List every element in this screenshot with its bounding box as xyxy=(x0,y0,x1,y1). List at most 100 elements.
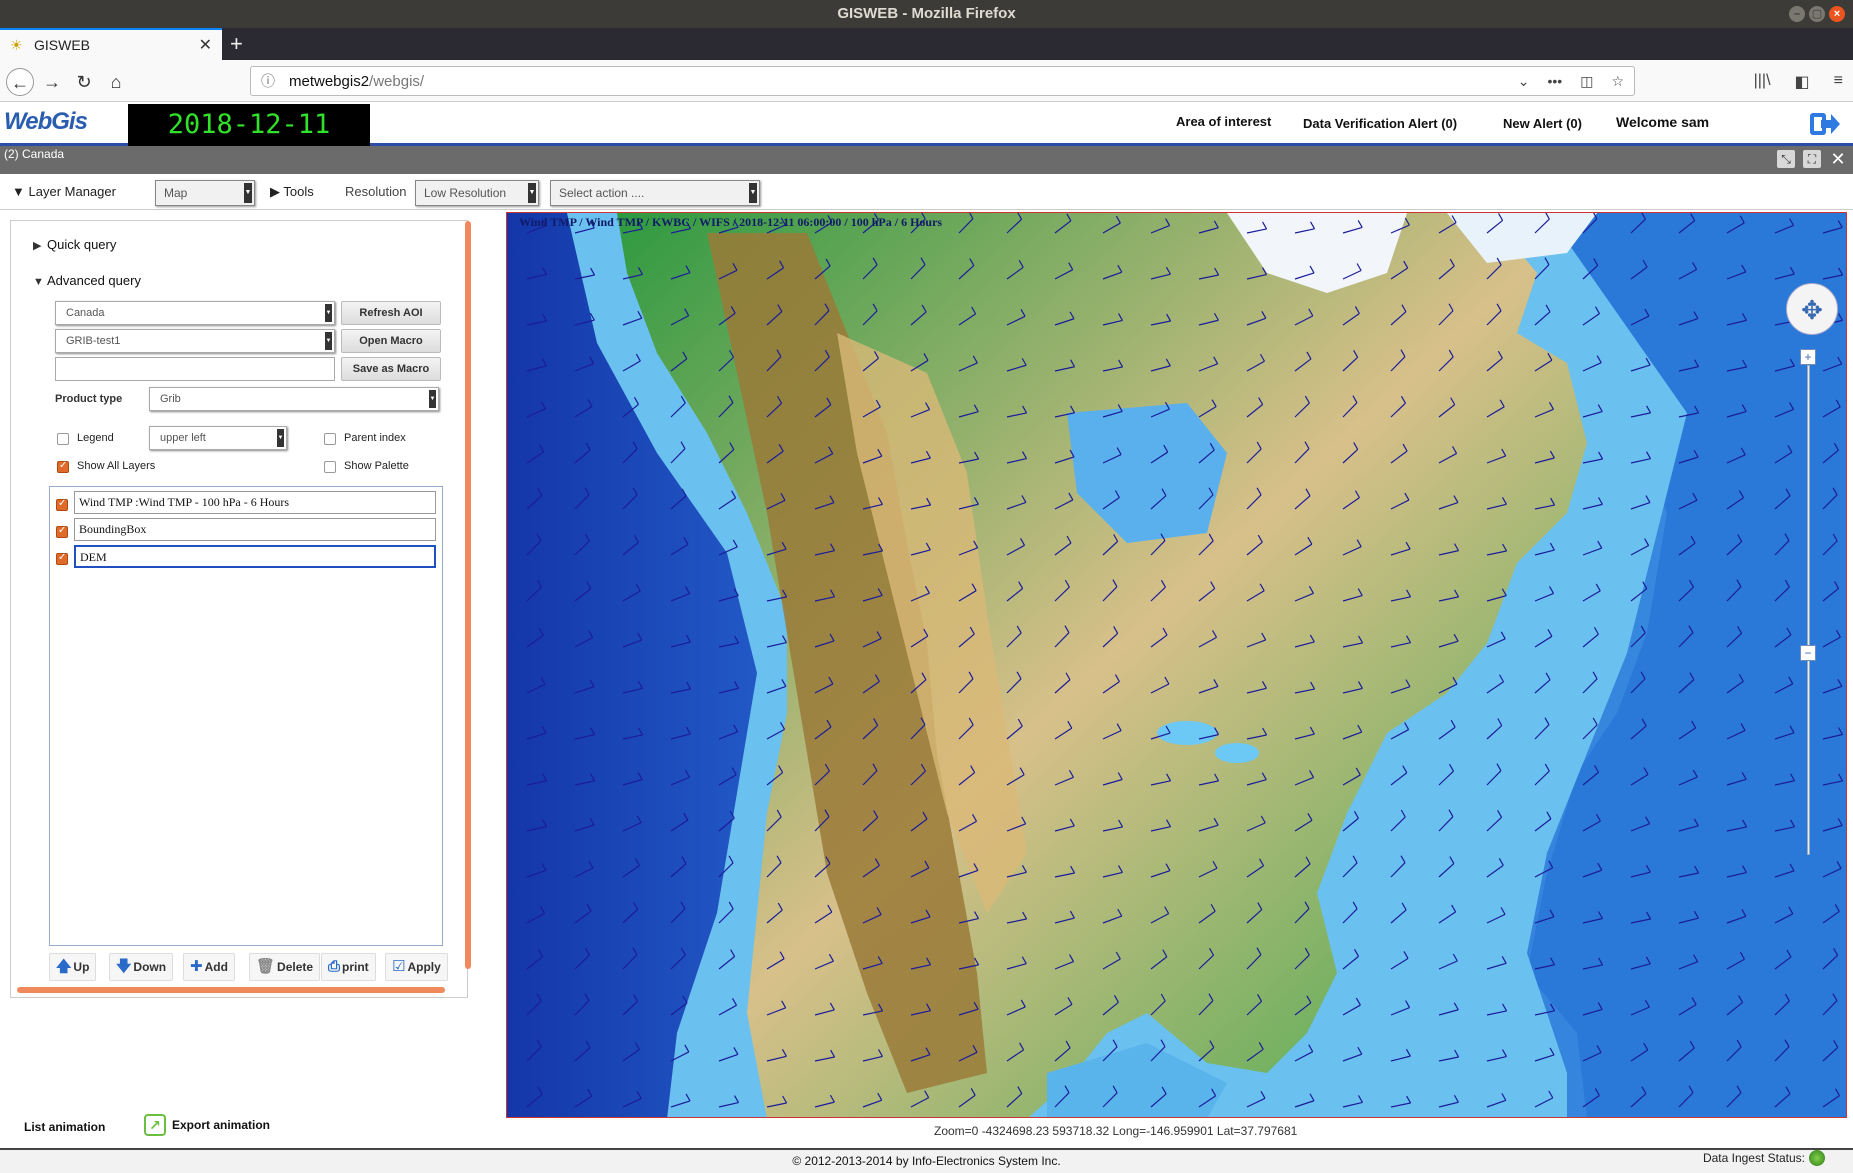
sun-icon: ☀ xyxy=(10,37,23,53)
menu-icon[interactable]: ≡ xyxy=(1834,72,1843,92)
forward-icon[interactable]: → xyxy=(38,68,66,96)
zoom-out-icon[interactable]: − xyxy=(1800,645,1816,661)
pocket-icon[interactable]: ◫ xyxy=(1580,73,1593,90)
save-as-macro-button[interactable]: Save as Macro xyxy=(341,357,441,381)
dropdown-arrow-icon: ▼ xyxy=(277,429,284,447)
reload-icon[interactable]: ↻ xyxy=(70,68,98,96)
dropdown-arrow-icon: ▼ xyxy=(325,304,332,322)
close-window-icon[interactable]: ✕ xyxy=(1829,150,1847,168)
apply-button[interactable]: ☑ Apply xyxy=(385,953,448,981)
new-alert-link[interactable]: New Alert (0) xyxy=(1503,116,1582,131)
dropdown-arrow-icon: ▼ xyxy=(325,332,332,350)
layer-item[interactable]: DEM xyxy=(74,545,436,568)
url-bar[interactable]: ⓘ metwebgis2/webgis/ ⌄ ••• ◫ ☆ xyxy=(250,66,1635,96)
logout-icon[interactable] xyxy=(1809,110,1841,138)
quick-query-toggle[interactable]: ▶ Quick query xyxy=(33,237,116,252)
show-palette-label: Show Palette xyxy=(344,460,409,472)
more-icon[interactable]: ••• xyxy=(1547,73,1562,90)
macro-name-input[interactable] xyxy=(55,357,335,381)
home-icon[interactable]: ⌂ xyxy=(102,68,130,96)
map-toolbar: ▼ Layer Manager Map ▼ ▶ Tools Resolution … xyxy=(0,174,1853,210)
product-type-select[interactable]: Grib ▼ xyxy=(149,387,439,411)
layer-item[interactable]: Wind TMP :Wind TMP - 100 hPa - 6 Hours xyxy=(74,491,436,514)
bookmark-star-icon[interactable]: ☆ xyxy=(1611,73,1624,90)
data-verification-alert-link[interactable]: Data Verification Alert (0) xyxy=(1303,116,1457,131)
tab-bar: ☀ GISWEB ✕ + xyxy=(0,28,1853,60)
area-of-interest-link[interactable]: Area of interest xyxy=(1176,114,1271,129)
digital-clock: 2018-12-11 15:39:46 xyxy=(128,104,370,182)
zoom-in-icon[interactable]: + xyxy=(1800,349,1816,365)
layer-manager-toggle[interactable]: ▼ Layer Manager xyxy=(12,184,116,199)
add-button[interactable]: ✚ Add xyxy=(183,953,235,981)
map-window-title: (2) Canada xyxy=(4,147,65,161)
tools-toggle[interactable]: ▶ Tools xyxy=(270,184,314,200)
url-host: metwebgis2 xyxy=(289,72,370,90)
action-select[interactable]: Select action .... ▼ xyxy=(550,180,760,206)
list-animation-link[interactable]: List animation xyxy=(24,1120,105,1134)
refresh-aoi-button[interactable]: Refresh AOI xyxy=(341,301,441,325)
sidebar-icon[interactable]: ◧ xyxy=(1795,72,1810,92)
url-path: /webgis/ xyxy=(369,72,425,90)
legend-position-select[interactable]: upper left ▼ xyxy=(149,426,287,450)
library-icon[interactable]: |||\ xyxy=(1754,72,1771,92)
print-button[interactable]: ⎙ print xyxy=(321,953,376,981)
legend-checkbox[interactable] xyxy=(57,433,69,445)
delete-button[interactable]: 🗑 Delete xyxy=(249,953,321,981)
layer-visibility-checkbox[interactable] xyxy=(56,498,68,511)
dropdown-arrow-icon: ▼ xyxy=(244,183,252,203)
show-palette-checkbox[interactable] xyxy=(324,461,336,473)
checkbox-checked-icon: ☑ xyxy=(392,958,406,975)
navigation-bar: ← → ↻ ⌂ ⓘ metwebgis2/webgis/ ⌄ ••• ◫ ☆ |… xyxy=(0,60,1853,102)
window-controls: – ▢ × xyxy=(1789,6,1845,22)
layer-list: Wind TMP :Wind TMP - 100 hPa - 6 Hours B… xyxy=(49,486,443,946)
browser-tab[interactable]: ☀ GISWEB ✕ xyxy=(0,28,222,60)
export-animation-link[interactable]: ↗ Export animation xyxy=(144,1114,270,1136)
copyright-text: © 2012-2013-2014 by Info-Electronics Sys… xyxy=(792,1154,1061,1168)
chevron-down-icon[interactable]: ⌄ xyxy=(1518,73,1530,90)
vertical-scrollbar[interactable] xyxy=(465,221,471,969)
resolution-label: Resolution xyxy=(345,184,407,199)
parent-index-checkbox[interactable] xyxy=(324,433,336,445)
maximize-icon[interactable]: ▢ xyxy=(1809,6,1825,22)
triangle-right-icon: ▶ xyxy=(33,240,42,252)
welcome-text: Welcome sam xyxy=(1616,114,1710,130)
map-select[interactable]: Map ▼ xyxy=(155,180,255,206)
close-icon[interactable]: × xyxy=(1829,6,1845,22)
triangle-right-icon: ▶ xyxy=(270,184,280,199)
product-type-label: Product type xyxy=(55,393,123,405)
down-button[interactable]: 🡇 Down xyxy=(109,953,174,981)
layer-visibility-checkbox[interactable] xyxy=(56,525,68,538)
zoom-slider-track[interactable] xyxy=(1807,365,1810,855)
resolution-select[interactable]: Low Resolution ▼ xyxy=(415,180,539,206)
trash-icon: 🗑 xyxy=(256,958,276,975)
minimize-icon[interactable]: – xyxy=(1789,6,1805,22)
layer-manager-content: ▶ Quick query ▼ Advanced query Canada ▼ Ref… xyxy=(17,221,471,993)
map-canvas[interactable]: Wind TMP / Wind TMP / KWBC / WIFS / 2018… xyxy=(506,212,1847,1118)
fullscreen-icon[interactable]: ⛶ xyxy=(1803,150,1821,168)
map-window-controls: ⤡ ⛶ ✕ xyxy=(1777,150,1847,168)
arrow-down-icon: 🡇 xyxy=(116,958,132,975)
show-all-layers-checkbox[interactable] xyxy=(57,460,69,473)
layer-item[interactable]: BoundingBox xyxy=(74,518,436,541)
back-icon[interactable]: ← xyxy=(6,68,34,96)
map-terrain xyxy=(507,213,1846,1117)
arrow-up-icon: 🡅 xyxy=(56,958,72,975)
parent-index-label: Parent index xyxy=(344,432,406,444)
dropdown-arrow-icon: ▼ xyxy=(528,183,536,203)
new-tab-icon[interactable]: + xyxy=(230,28,243,60)
macro-select[interactable]: GRIB-test1 ▼ xyxy=(55,329,335,353)
pan-control-icon[interactable]: ✥ xyxy=(1786,283,1838,335)
dropdown-arrow-icon: ▼ xyxy=(429,390,436,408)
tab-close-icon[interactable]: ✕ xyxy=(199,35,212,55)
horizontal-scrollbar[interactable] xyxy=(17,987,445,993)
restore-icon[interactable]: ⤡ xyxy=(1777,150,1795,168)
aoi-select[interactable]: Canada ▼ xyxy=(55,301,335,325)
open-macro-button[interactable]: Open Macro xyxy=(341,329,441,353)
browser-toolbar-right: |||\ ◧ ≡ xyxy=(1754,72,1843,92)
plus-icon: ✚ xyxy=(190,958,203,975)
layer-visibility-checkbox[interactable] xyxy=(56,552,68,565)
up-button[interactable]: 🡅 Up xyxy=(49,953,97,981)
advanced-query-toggle[interactable]: ▼ Advanced query xyxy=(33,273,141,288)
window-title: GISWEB - Mozilla Firefox xyxy=(837,5,1016,22)
info-icon[interactable]: ⓘ xyxy=(261,71,275,91)
